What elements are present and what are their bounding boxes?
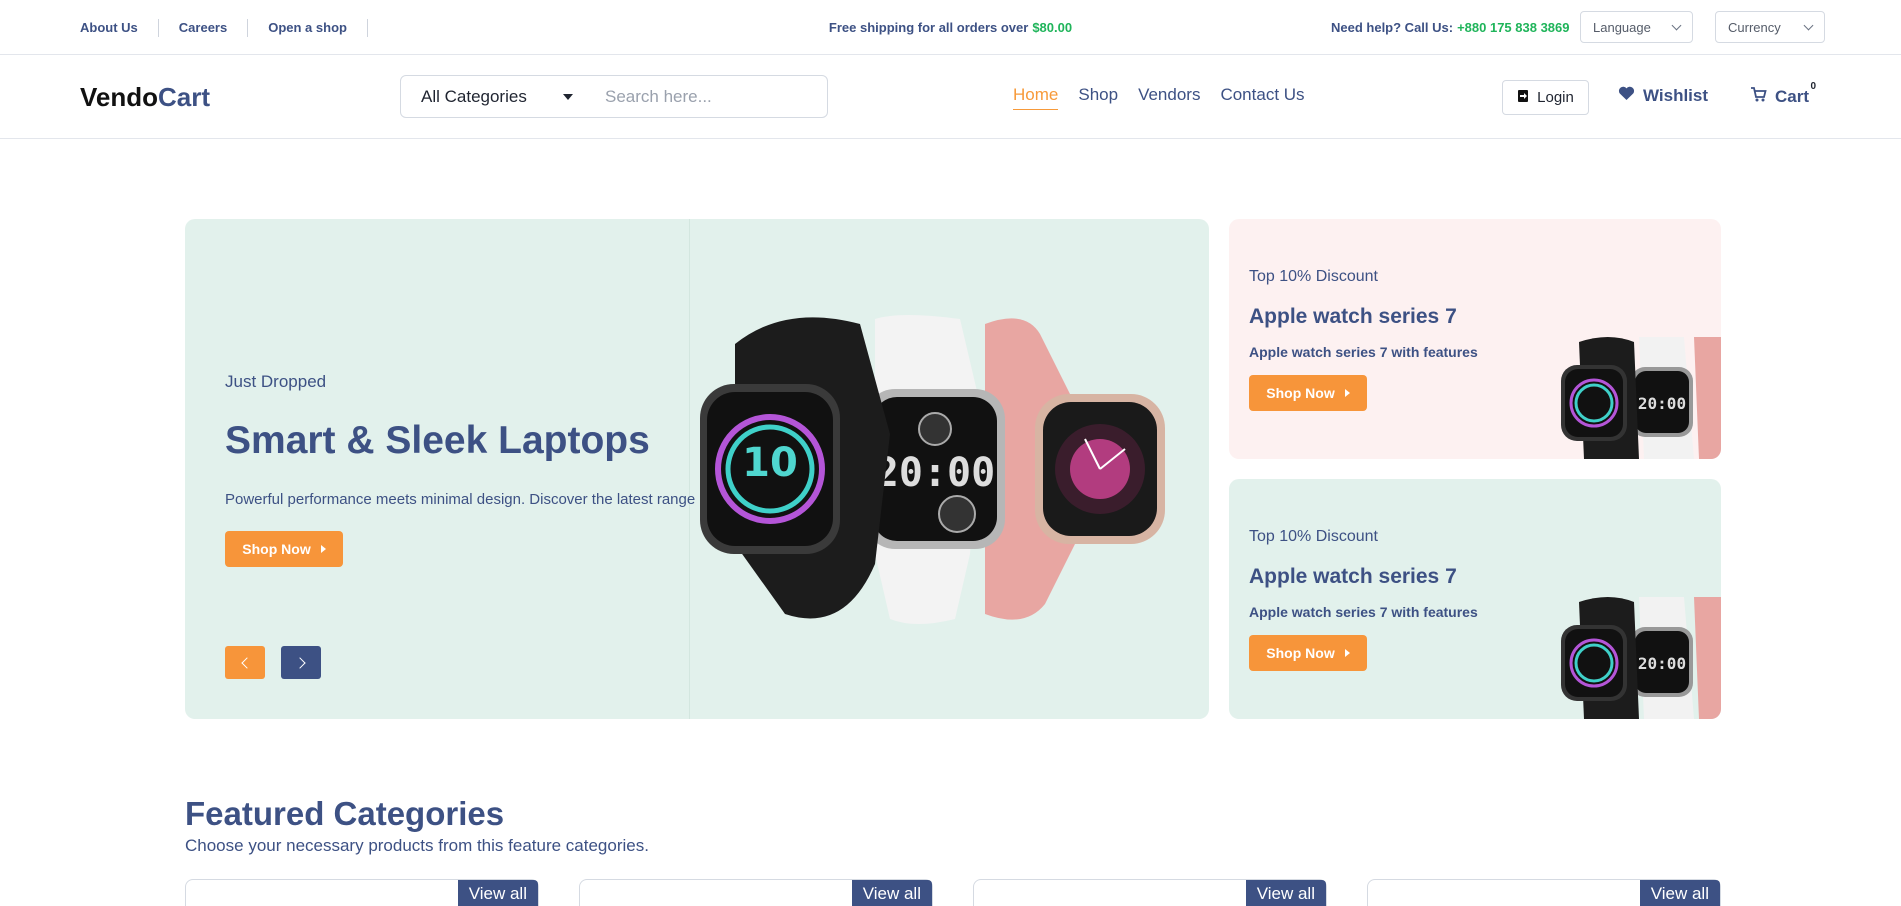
shop-now-label: Shop Now xyxy=(242,541,311,557)
hero-title: Smart & Sleek Laptops xyxy=(225,419,650,462)
shipping-amount: $80.00 xyxy=(1032,20,1073,35)
featured-categories-title: Featured Categories xyxy=(185,795,505,832)
cart-link[interactable]: Cart 0 xyxy=(1750,81,1816,108)
svg-text:20:00: 20:00 xyxy=(875,450,995,496)
view-all-button[interactable]: View all xyxy=(457,880,538,906)
promo-description: Apple watch series 7 with features xyxy=(1249,604,1478,620)
caret-right-icon xyxy=(320,545,326,553)
nav-vendors[interactable]: Vendors xyxy=(1138,85,1200,110)
promo-title: Apple watch series 7 xyxy=(1249,565,1457,588)
hero-eyebrow: Just Dropped xyxy=(225,372,327,391)
logo[interactable]: VendoCart xyxy=(80,82,210,113)
main-nav: Home Shop Vendors Contact Us xyxy=(1013,85,1305,110)
featured-categories-subtitle: Choose your necessary products from this… xyxy=(185,836,649,855)
help-line: Need help? Call Us: +880 175 838 3869 xyxy=(1331,0,1570,55)
nav-contact-us[interactable]: Contact Us xyxy=(1220,85,1304,110)
shop-now-label: Shop Now xyxy=(1266,645,1335,661)
svg-text:10: 10 xyxy=(742,440,798,486)
promo-watches-image: 20:00 xyxy=(1561,597,1721,719)
cart-count-badge: 0 xyxy=(1810,81,1817,92)
view-all-button[interactable]: View all xyxy=(1245,880,1326,906)
view-all-button[interactable]: View all xyxy=(1639,880,1720,906)
search-input[interactable] xyxy=(581,86,801,107)
promo-eyebrow: Top 10% Discount xyxy=(1249,268,1378,285)
top-links: About Us Careers Open a shop xyxy=(80,0,368,55)
login-icon xyxy=(1517,89,1529,107)
top-bar: About Us Careers Open a shop Free shippi… xyxy=(0,0,1901,55)
promo-title: Apple watch series 7 xyxy=(1249,305,1457,328)
chevron-down-icon xyxy=(1671,20,1682,30)
category-select[interactable]: All Categories xyxy=(401,87,581,107)
currency-label: Currency xyxy=(1728,19,1781,35)
search-bar: All Categories xyxy=(400,75,828,118)
main-header: VendoCart All Categories Home Shop Vendo… xyxy=(0,55,1901,139)
promo-shop-now-button[interactable]: Shop Now xyxy=(1249,635,1367,671)
promo-shop-now-button[interactable]: Shop Now xyxy=(1249,375,1367,411)
category-card: View all xyxy=(185,879,539,906)
logo-part-vendo: Vendo xyxy=(80,82,159,112)
chevron-down-icon xyxy=(1803,20,1814,30)
promo-eyebrow: Top 10% Discount xyxy=(1249,528,1378,545)
hero-divider xyxy=(689,219,690,719)
login-label: Login xyxy=(1537,89,1574,106)
promo-card-1: Top 10% Discount Apple watch series 7 Ap… xyxy=(1229,219,1721,459)
category-card: View all xyxy=(973,879,1327,906)
careers-link[interactable]: Careers xyxy=(159,18,249,37)
promo-card-2: Top 10% Discount Apple watch series 7 Ap… xyxy=(1229,479,1721,719)
caret-down-icon xyxy=(563,93,573,100)
view-all-button[interactable]: View all xyxy=(851,880,932,906)
category-select-label: All Categories xyxy=(421,86,527,106)
about-us-link[interactable]: About Us xyxy=(80,18,159,37)
language-dropdown[interactable]: Language xyxy=(1580,11,1693,43)
nav-home[interactable]: Home xyxy=(1013,85,1059,110)
help-phone[interactable]: +880 175 838 3869 xyxy=(1457,20,1569,35)
promo-watches-image: 20:00 xyxy=(1561,337,1721,459)
caret-right-icon xyxy=(1344,389,1350,397)
category-card: View all xyxy=(579,879,933,906)
logo-part-cart: Cart xyxy=(158,82,211,112)
svg-text:20:00: 20:00 xyxy=(1638,654,1686,673)
open-a-shop-link[interactable]: Open a shop xyxy=(248,18,368,37)
cart-label-wrap: Cart 0 xyxy=(1775,81,1816,107)
wishlist-label: Wishlist xyxy=(1643,86,1709,105)
cart-label: Cart xyxy=(1775,87,1810,106)
hero-slider: Just Dropped Smart & Sleek Laptops Power… xyxy=(185,219,1209,719)
slider-prev-button[interactable] xyxy=(225,646,265,679)
shipping-text: Free shipping for all orders over xyxy=(828,20,1029,35)
slider-next-button[interactable] xyxy=(281,646,321,679)
hero-shop-now-button[interactable]: Shop Now xyxy=(225,531,343,567)
chevron-left-icon xyxy=(240,656,253,669)
promo-description: Apple watch series 7 with features xyxy=(1249,344,1478,360)
chevron-right-icon xyxy=(293,656,306,669)
hero-watches-image: 20:00 10 xyxy=(700,315,1165,624)
svg-text:20:00: 20:00 xyxy=(1638,394,1686,413)
heart-icon xyxy=(1618,86,1635,106)
cart-icon xyxy=(1750,86,1767,108)
login-button[interactable]: Login xyxy=(1502,80,1589,115)
help-text: Need help? Call Us: xyxy=(1331,20,1454,35)
caret-right-icon xyxy=(1344,649,1350,657)
category-card: View all xyxy=(1367,879,1721,906)
wishlist-link[interactable]: Wishlist xyxy=(1618,86,1708,106)
language-label: Language xyxy=(1593,19,1651,35)
nav-shop[interactable]: Shop xyxy=(1078,85,1118,110)
shop-now-label: Shop Now xyxy=(1266,385,1335,401)
currency-dropdown[interactable]: Currency xyxy=(1715,11,1825,43)
